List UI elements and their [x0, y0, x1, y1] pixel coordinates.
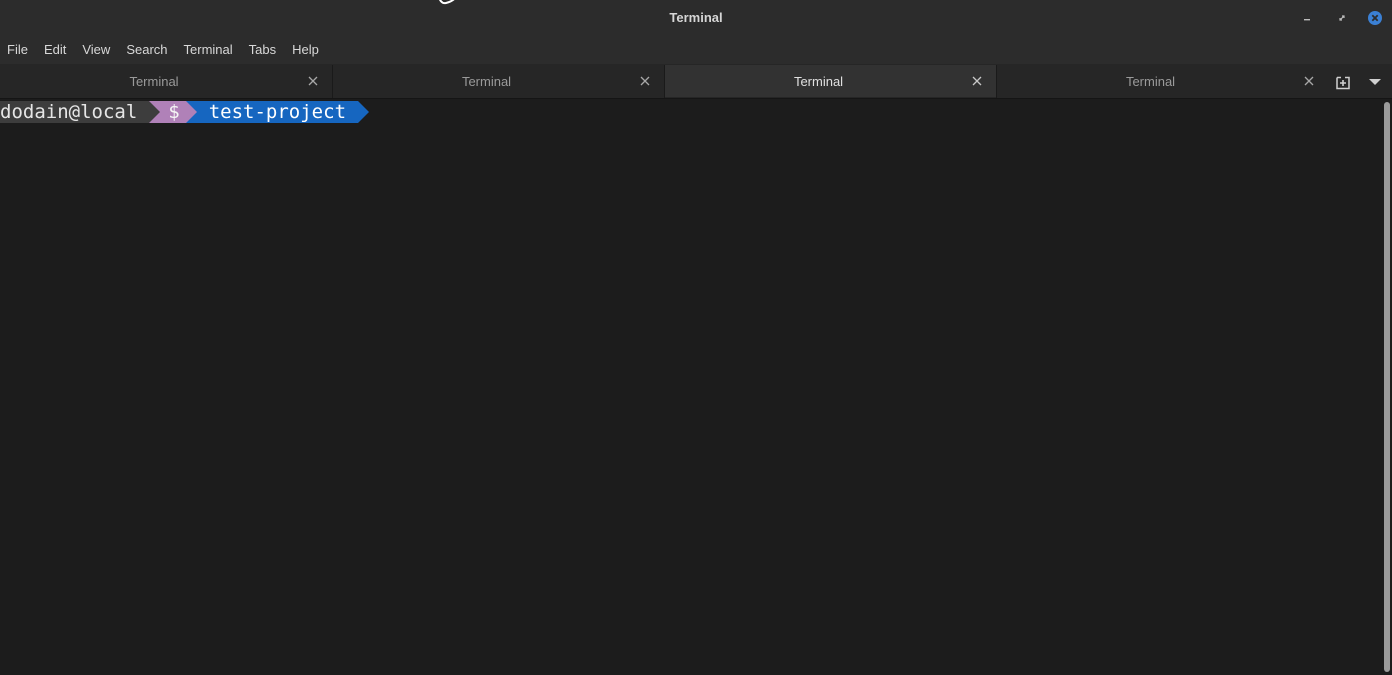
minimize-button[interactable]	[1299, 10, 1315, 26]
close-icon	[1368, 11, 1382, 25]
tab-terminal-3[interactable]: Terminal	[665, 65, 996, 97]
close-button[interactable]	[1367, 10, 1383, 26]
menu-view[interactable]: View	[74, 36, 118, 64]
terminal-output[interactable]: dodain@local $ test-project	[0, 99, 1381, 675]
menu-tabs[interactable]: Tabs	[241, 36, 284, 64]
menu-bar: File Edit View Search Terminal Tabs Help	[0, 36, 1392, 64]
prompt-directory: test-project	[208, 101, 347, 123]
tab-bar: Terminal Terminal Terminal Terminal	[0, 64, 1392, 99]
tab-label: Terminal	[129, 74, 179, 89]
prompt-directory-segment: test-project	[196, 101, 359, 123]
new-tab-icon[interactable]	[1335, 74, 1351, 90]
prompt-user-segment: dodain@local	[0, 101, 150, 123]
tab-label: Terminal	[461, 74, 512, 89]
tab-close-icon[interactable]	[307, 75, 319, 87]
maximize-button[interactable]	[1334, 10, 1350, 26]
prompt-separator-icon	[149, 101, 161, 123]
scrollbar[interactable]	[1381, 99, 1392, 675]
prompt-symbol-segment: $	[160, 101, 186, 123]
chevron-down-icon[interactable]	[1368, 77, 1382, 87]
minimize-icon	[1304, 19, 1310, 21]
menu-edit[interactable]: Edit	[36, 36, 74, 64]
tab-label: Terminal	[1125, 74, 1176, 89]
tab-label: Terminal	[793, 74, 844, 89]
tab-terminal-4[interactable]: Terminal	[997, 65, 1328, 97]
tab-close-icon[interactable]	[639, 75, 651, 87]
scrollbar-thumb[interactable]	[1384, 102, 1390, 672]
terminal-window: Terminal File Edit View Search Terminal …	[0, 0, 1392, 675]
tab-close-icon[interactable]	[971, 75, 983, 87]
prompt-end-icon	[358, 101, 370, 123]
window-title: Terminal	[669, 10, 723, 25]
shell-prompt: dodain@local $ test-project	[0, 101, 370, 123]
menu-search[interactable]: Search	[118, 36, 175, 64]
title-bar[interactable]: Terminal	[0, 0, 1392, 36]
prompt-user: dodain@local	[0, 101, 138, 123]
prompt-symbol: $	[168, 101, 180, 123]
prompt-separator-icon	[185, 101, 197, 123]
tab-terminal-2[interactable]: Terminal	[333, 65, 664, 97]
tab-close-icon[interactable]	[1303, 75, 1315, 87]
menu-terminal[interactable]: Terminal	[176, 36, 241, 64]
restore-icon	[1339, 15, 1345, 21]
menu-help[interactable]: Help	[284, 36, 327, 64]
tab-terminal-1[interactable]: Terminal	[0, 65, 332, 97]
menu-file[interactable]: File	[0, 36, 36, 64]
